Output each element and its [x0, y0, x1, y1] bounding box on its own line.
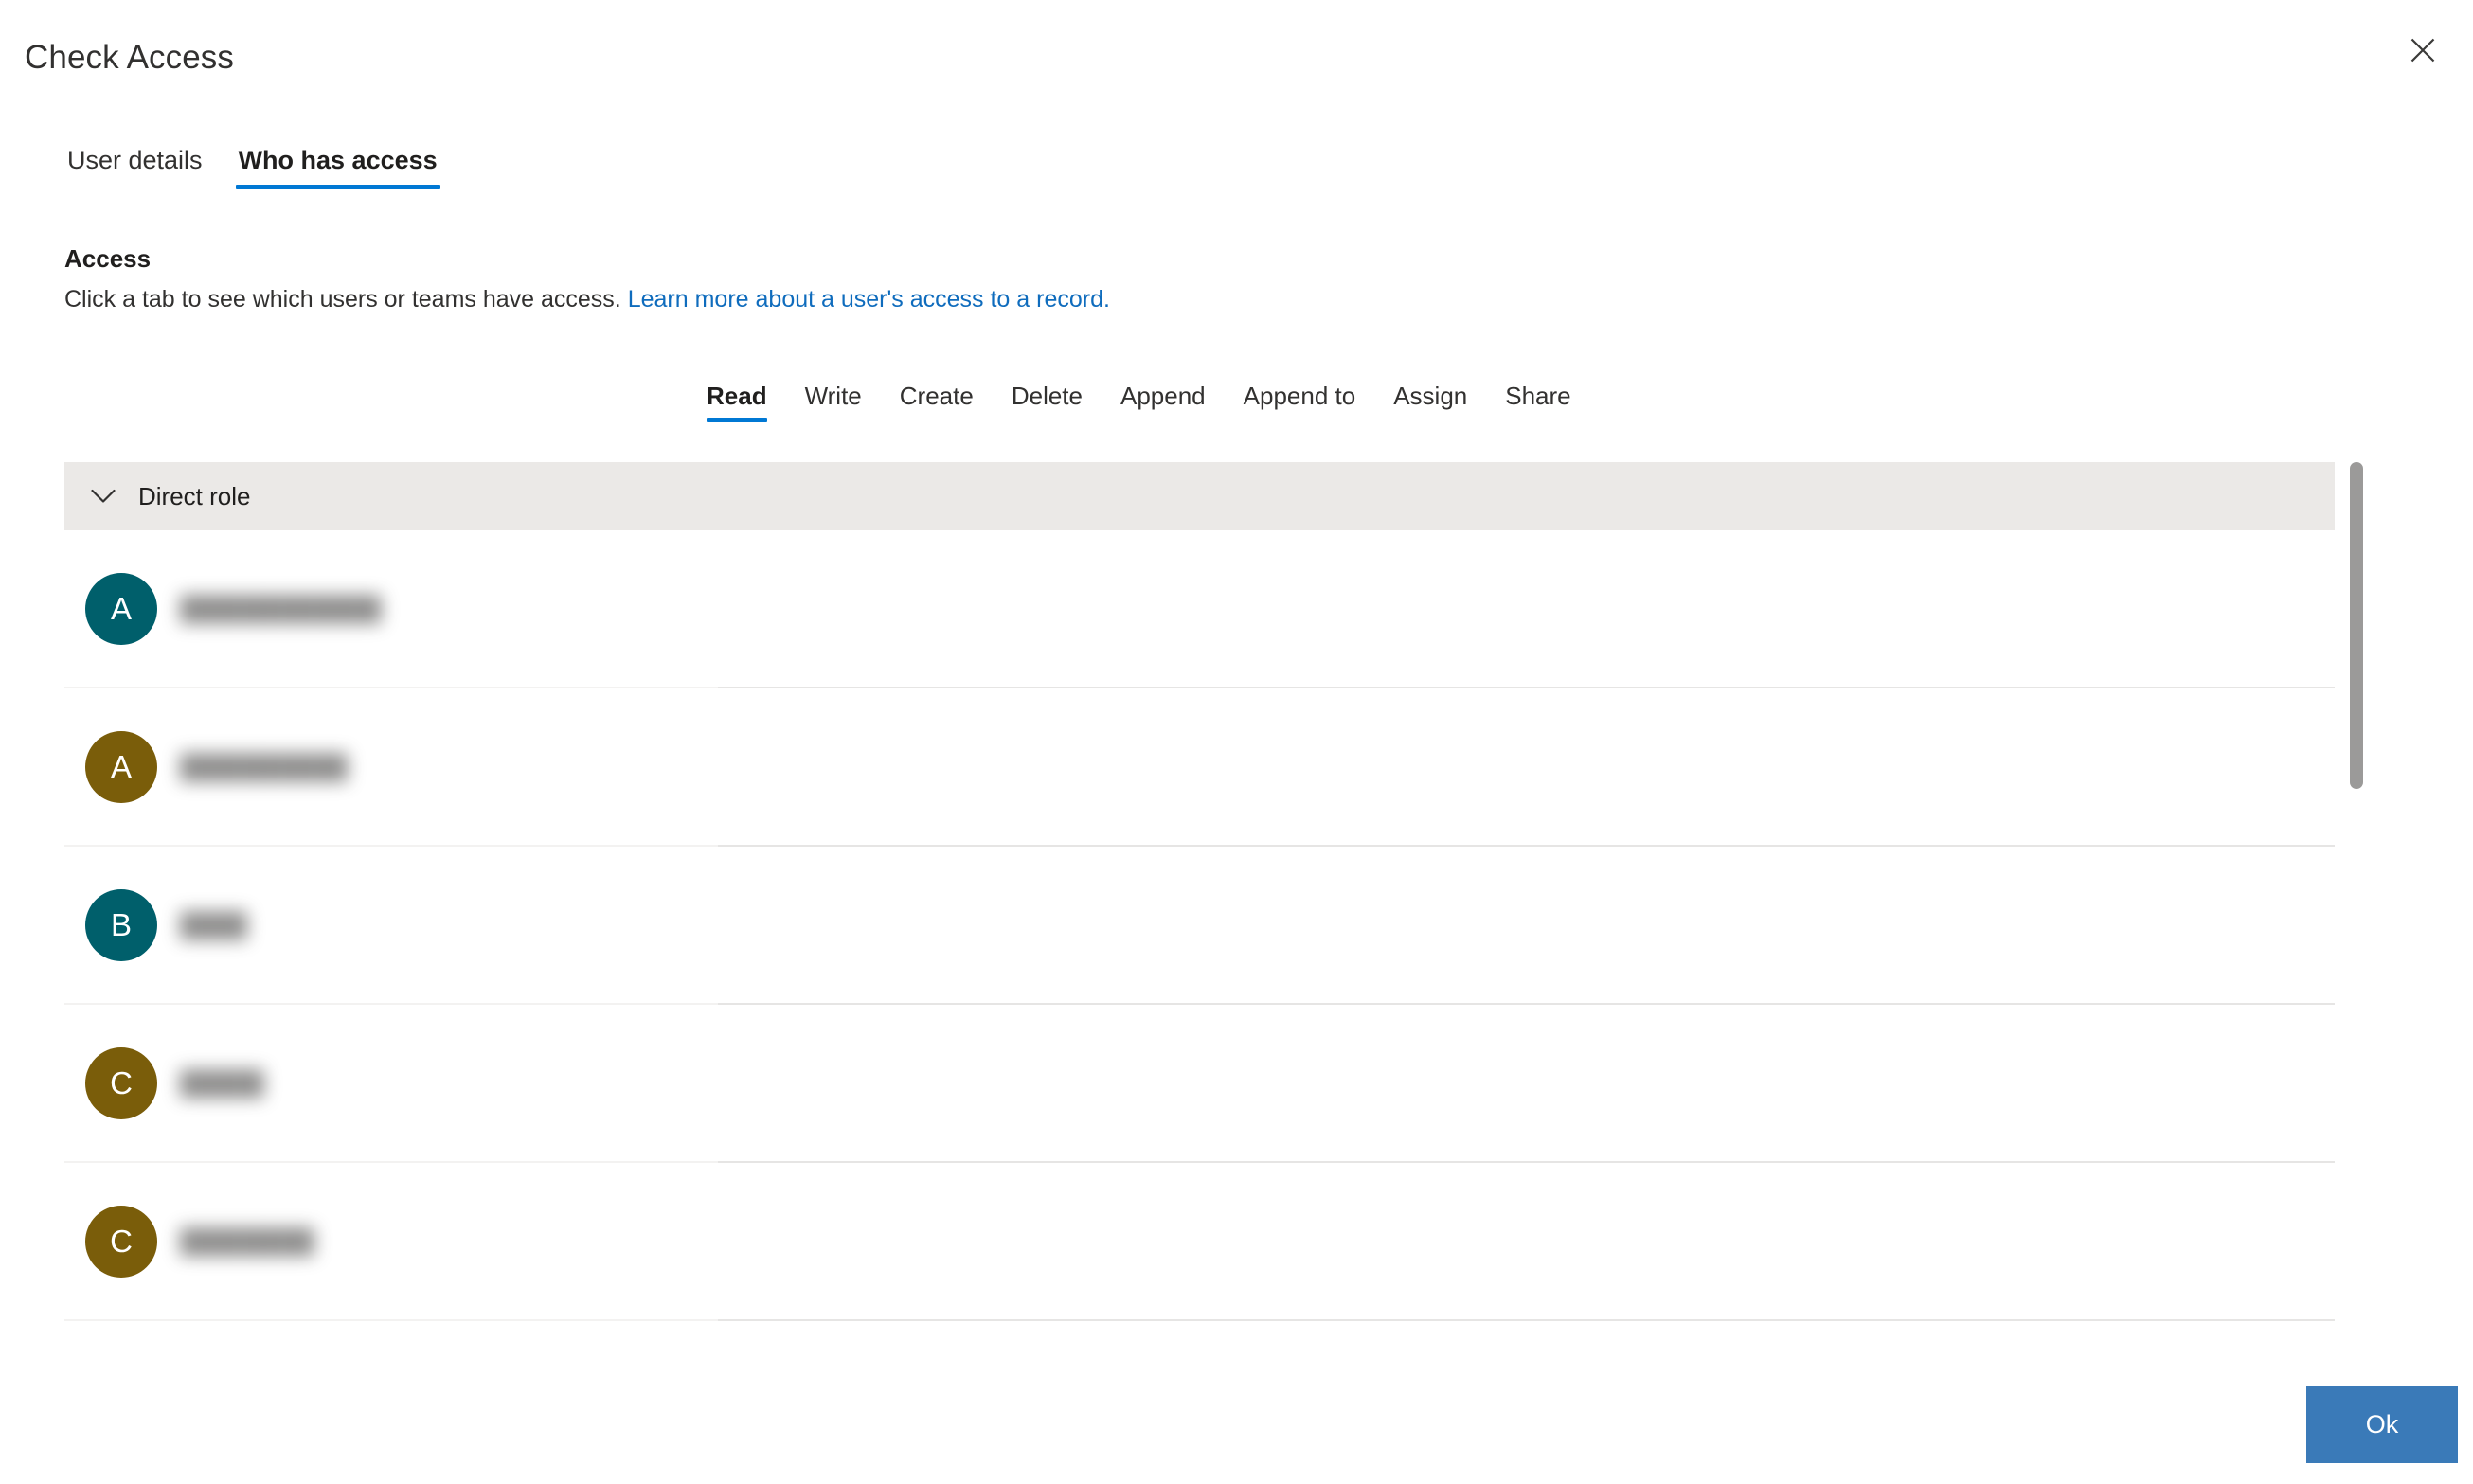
tab-user-details[interactable]: User details	[64, 144, 206, 189]
close-icon	[2410, 38, 2435, 63]
close-button[interactable]	[2393, 23, 2452, 78]
access-row-list: A ████████████ A ██████████ B ████ C █████ C ████…	[64, 530, 2335, 1350]
access-description: Click a tab to see which users or teams …	[64, 284, 1110, 314]
tab-delete-label: Delete	[1011, 382, 1083, 410]
pivot-tablist: User details Who has access	[64, 144, 440, 189]
tab-assign-label: Assign	[1393, 382, 1468, 410]
avatar: A	[85, 730, 157, 803]
tab-who-has-access-label: Who has access	[238, 146, 438, 174]
row-principal-name: ████████████	[180, 595, 382, 622]
table-row[interactable]: C █████	[64, 1005, 2335, 1163]
tab-assign[interactable]: Assign	[1374, 381, 1486, 422]
row-principal-name: ██████████	[180, 753, 349, 780]
ok-button[interactable]: Ok	[2306, 1386, 2458, 1463]
access-heading: Access	[64, 244, 152, 273]
avatar: C	[85, 1046, 157, 1119]
group-header-direct-role[interactable]: Direct role	[64, 462, 2335, 530]
tab-read-label: Read	[707, 382, 767, 410]
privilege-tablist: Read Write Create Delete Append Append t…	[688, 381, 1590, 422]
tab-append[interactable]: Append	[1102, 381, 1225, 422]
table-row[interactable]: A ██████████	[64, 688, 2335, 847]
tab-share[interactable]: Share	[1486, 381, 1589, 422]
tab-append-label: Append	[1120, 382, 1206, 410]
tab-write-label: Write	[804, 382, 862, 410]
avatar: A	[85, 572, 157, 645]
tab-share-label: Share	[1505, 382, 1571, 410]
access-description-text: Click a tab to see which users or teams …	[64, 286, 621, 313]
tab-delete[interactable]: Delete	[993, 381, 1102, 422]
avatar: B	[85, 888, 157, 961]
tab-who-has-access[interactable]: Who has access	[235, 144, 440, 189]
chevron-down-icon	[85, 478, 121, 514]
row-principal-name: ████████	[180, 1227, 314, 1255]
access-list: Direct role A ████████████ A ██████████ B ███…	[64, 462, 2382, 1350]
table-row[interactable]: A ████████████	[64, 530, 2335, 688]
tab-write[interactable]: Write	[786, 381, 881, 422]
page-title: Check Access	[25, 39, 235, 76]
table-row[interactable]: C ████████	[64, 1163, 2335, 1321]
avatar: C	[85, 1205, 157, 1278]
tab-create-label: Create	[899, 382, 974, 410]
list-scrollbar-thumb[interactable]	[2350, 462, 2363, 789]
list-scrollbar[interactable]	[2350, 462, 2363, 1350]
tab-create[interactable]: Create	[881, 381, 993, 422]
tab-append-to-label: Append to	[1243, 382, 1356, 410]
table-row[interactable]: B ████	[64, 847, 2335, 1005]
tab-read[interactable]: Read	[688, 381, 786, 422]
row-principal-name: █████	[180, 1069, 264, 1097]
learn-more-link[interactable]: Learn more about a user's access to a re…	[628, 286, 1110, 313]
tab-append-to[interactable]: Append to	[1225, 381, 1375, 422]
table-row[interactable]: C████████	[64, 1321, 2335, 1350]
group-header-label: Direct role	[138, 482, 251, 510]
row-principal-name: ████	[180, 911, 247, 939]
access-list-body: Direct role A ████████████ A ██████████ B ███…	[64, 462, 2335, 1350]
tab-user-details-label: User details	[67, 146, 203, 174]
